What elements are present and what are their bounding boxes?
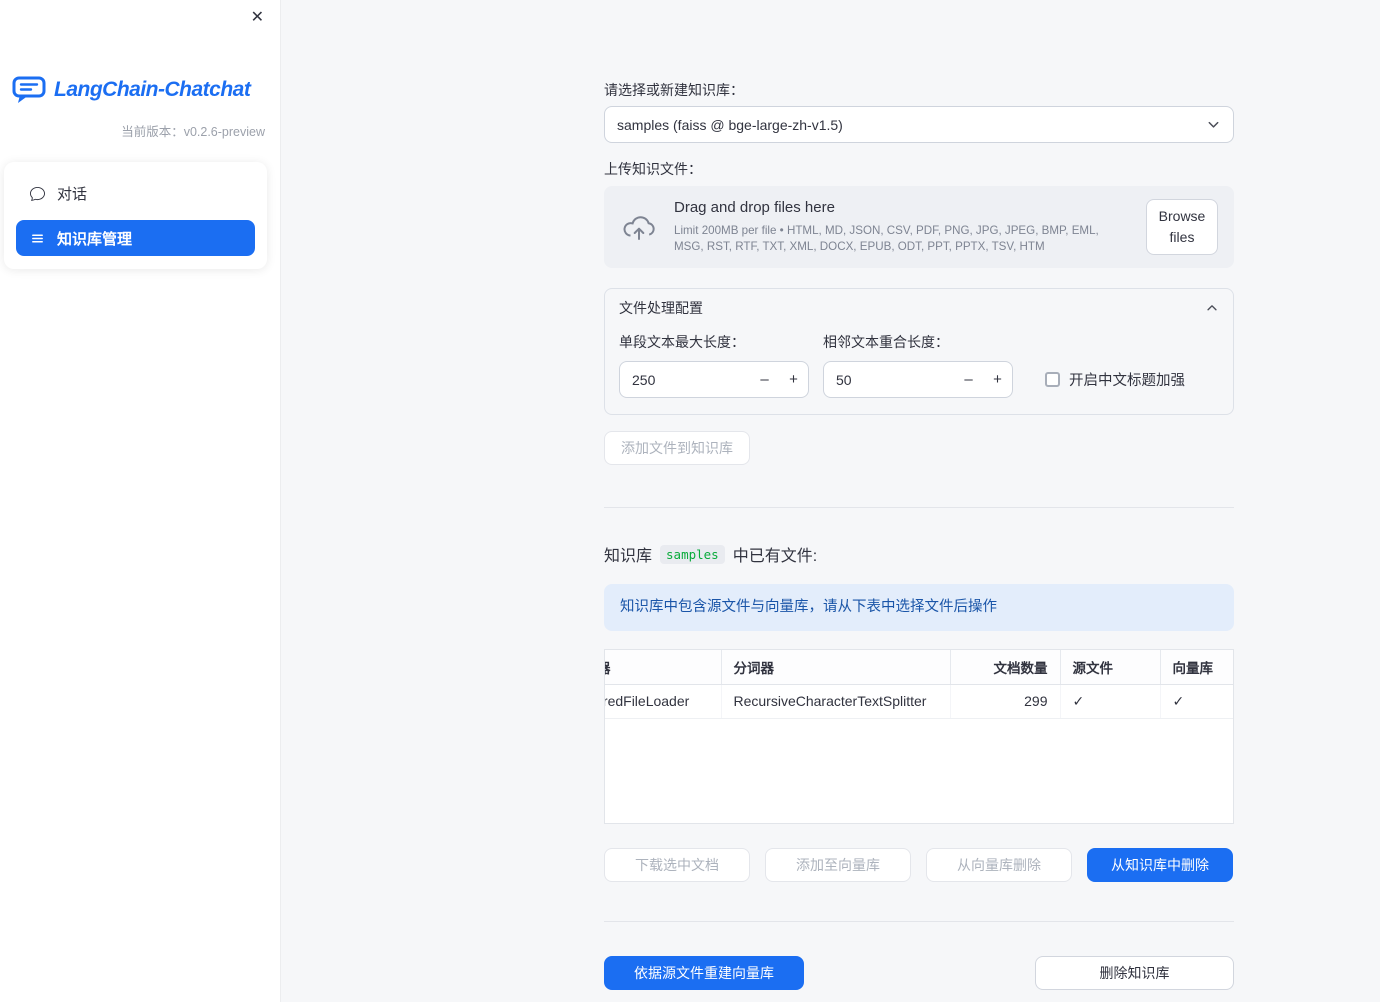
column-header-vector-store[interactable]: 向量库 — [1159, 650, 1233, 685]
divider — [604, 921, 1234, 922]
chunk-size-value: 250 — [632, 371, 656, 388]
kb-bottom-buttons: 依据源文件重建向量库 删除知识库 — [604, 956, 1234, 990]
cell-splitter: RecursiveCharacterTextSplitter — [720, 684, 950, 719]
chevron-up-icon — [1205, 301, 1219, 315]
cell-loader: UnstructuredFileLoader — [605, 684, 721, 719]
menu-item-label: 知识库管理 — [57, 230, 133, 248]
logo-text: LangChain-Chatchat — [54, 78, 251, 101]
sidebar: ✕ LangChain-Chatchat 当前版本：v0.2.6-preview… — [0, 0, 280, 1002]
menu-item-label: 对话 — [57, 185, 88, 203]
delete-from-vector-store-button[interactable]: 从向量库删除 — [926, 848, 1072, 882]
uploader-limit-text: Limit 200MB per file • HTML, MD, JSON, C… — [674, 223, 1099, 253]
overlap-value: 50 — [836, 371, 852, 388]
table-row[interactable]: UnstructuredFileLoader RecursiveCharacte… — [605, 684, 1233, 719]
chat-icon — [29, 186, 45, 201]
chunk-size-input[interactable]: 250 – + — [619, 361, 809, 398]
kb-selectbox[interactable]: samples (faiss @ bge-large-zh-v1.5) — [604, 106, 1234, 143]
file-config-expander: 文件处理配置 单段文本最大长度： 250 – + 相邻文本重合长度： 50 – … — [604, 288, 1234, 415]
chunk-minus-button[interactable]: – — [750, 371, 779, 388]
sidebar-menu: 对话 知识库管理 — [4, 162, 267, 269]
kb-select-label: 请选择或新建知识库： — [604, 82, 744, 98]
main-content: 请选择或新建知识库： samples (faiss @ bge-large-zh… — [604, 0, 1234, 990]
kb-files-table[interactable]: 文档加载器 分词器 文档数量 源文件 向量库 UnstructuredFileL… — [604, 649, 1234, 824]
version-text: 当前版本：v0.2.6-preview — [121, 125, 265, 139]
rebuild-vector-store-button[interactable]: 依据源文件重建向量库 — [604, 956, 804, 990]
list-icon — [29, 231, 45, 246]
table-clipped-viewport: 文档加载器 分词器 文档数量 源文件 向量库 UnstructuredFileL… — [605, 650, 1233, 719]
delete-from-kb-button[interactable]: 从知识库中删除 — [1087, 848, 1233, 882]
add-to-vector-store-button[interactable]: 添加至向量库 — [765, 848, 911, 882]
cell-docs-count: 299 — [949, 684, 1060, 719]
download-selected-button[interactable]: 下载选中文档 — [604, 848, 750, 882]
kb-selectbox-value: samples (faiss @ bge-large-zh-v1.5) — [617, 116, 843, 133]
kb-files-suffix: 中已有文件: — [732, 548, 818, 565]
file-uploader-dropzone[interactable]: Drag and drop files here Limit 200MB per… — [604, 186, 1234, 268]
close-icon: ✕ — [250, 9, 264, 26]
zh-title-enhance-label: 开启中文标题加强 — [1069, 373, 1185, 389]
cloud-upload-icon — [620, 212, 658, 242]
uploader-title: Drag and drop files here — [674, 198, 835, 216]
expander-header[interactable]: 文件处理配置 — [619, 289, 1219, 327]
divider — [604, 507, 1234, 508]
menu-item-knowledge-base[interactable]: 知识库管理 — [16, 220, 255, 256]
kb-files-prefix: 知识库 — [604, 548, 653, 565]
column-header-splitter[interactable]: 分词器 — [720, 650, 950, 685]
table-header-row: 文档加载器 分词器 文档数量 源文件 向量库 — [605, 650, 1233, 685]
overlap-label: 相邻文本重合长度： — [823, 334, 949, 350]
zh-title-enhance-row: 开启中文标题加强 — [1045, 361, 1185, 398]
menu-item-chat[interactable]: 对话 — [16, 175, 255, 211]
cell-source-check: ✓ — [1059, 684, 1160, 719]
file-action-buttons: 下载选中文档 添加至向量库 从向量库删除 从知识库中删除 — [604, 848, 1234, 882]
zh-title-enhance-checkbox[interactable] — [1045, 372, 1060, 387]
column-header-docs-count[interactable]: 文档数量 — [949, 650, 1060, 685]
uploader-texts: Drag and drop files here Limit 200MB per… — [674, 199, 1130, 255]
sidebar-close-button[interactable]: ✕ — [247, 6, 268, 30]
column-header-loader[interactable]: 文档加载器 — [605, 650, 721, 685]
overlap-minus-button[interactable]: – — [954, 371, 983, 388]
overlap-plus-button[interactable]: + — [983, 371, 1012, 388]
add-files-to-kb-button[interactable]: 添加文件到知识库 — [604, 431, 750, 465]
overlap-input[interactable]: 50 – + — [823, 361, 1013, 398]
upload-label: 上传知识文件： — [604, 161, 702, 177]
cell-vector-check: ✓ — [1159, 684, 1233, 719]
app-logo: LangChain-Chatchat — [12, 76, 270, 104]
info-banner: 知识库中包含源文件与向量库，请从下表中选择文件后操作 — [604, 584, 1234, 631]
expander-body: 单段文本最大长度： 250 – + 相邻文本重合长度： 50 – + 开启中文标… — [619, 332, 1219, 398]
chevron-down-icon — [1206, 117, 1221, 132]
kb-name-code: samples — [660, 544, 725, 564]
column-header-source-file[interactable]: 源文件 — [1059, 650, 1160, 685]
chunk-size-label: 单段文本最大长度： — [619, 334, 745, 350]
logo-chat-bubble-icon — [12, 76, 46, 104]
delete-kb-button[interactable]: 删除知识库 — [1035, 956, 1234, 990]
kb-files-heading: 知识库 samples 中已有文件: — [604, 542, 1234, 566]
chunk-size-field: 单段文本最大长度： 250 – + — [619, 332, 809, 398]
chunk-plus-button[interactable]: + — [779, 371, 808, 388]
overlap-field: 相邻文本重合长度： 50 – + — [823, 332, 1013, 398]
expander-title: 文件处理配置 — [619, 300, 703, 316]
browse-files-button[interactable]: Browse files — [1146, 199, 1218, 255]
